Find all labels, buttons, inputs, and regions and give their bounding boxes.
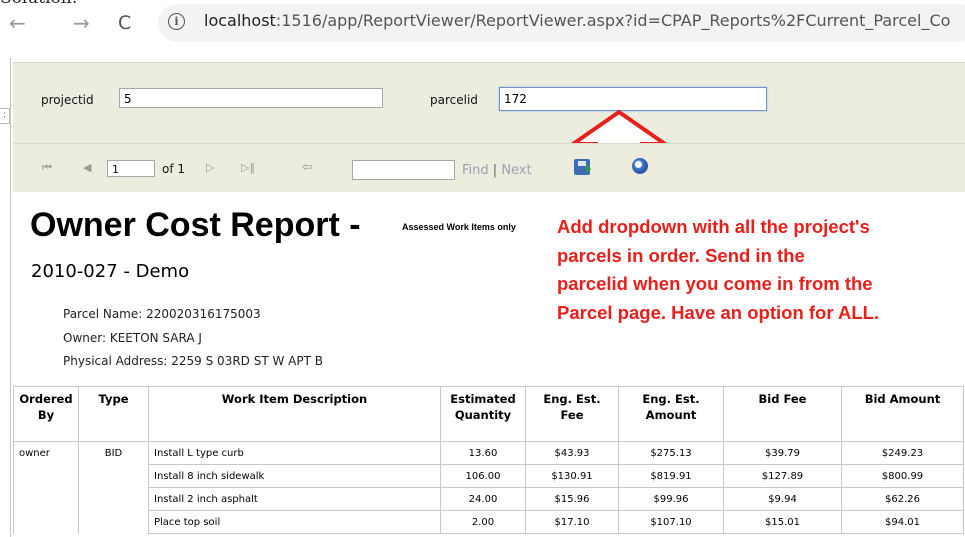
description-cell: Install L type curb <box>148 441 441 465</box>
projectid-label: projectid <box>41 93 94 107</box>
info-icon[interactable]: i <box>168 13 185 30</box>
physical-address: Physical Address: 2259 S 03RD ST W APT B <box>63 354 323 368</box>
back-button[interactable]: ← <box>9 13 26 33</box>
eng-amount-cell: $819.91 <box>618 464 724 488</box>
page-count: of 1 <box>162 162 186 176</box>
bid-amount-cell: $249.23 <box>841 441 964 465</box>
ordered-by-cell <box>13 487 79 511</box>
bid-fee-cell: $9.94 <box>723 487 842 511</box>
eng-amount-cell: $275.13 <box>618 441 724 465</box>
bid-amount-cell: $800.99 <box>841 464 964 488</box>
annotation-line: Add dropdown with all the project's <box>557 216 870 237</box>
previous-page-icon[interactable]: ◀ <box>83 161 91 174</box>
description-cell: Place top soil <box>148 510 441 534</box>
eng-fee-cell: $17.10 <box>525 510 619 534</box>
projectid-input[interactable]: 5 <box>119 88 383 108</box>
bid-fee-cell: $127.89 <box>723 464 842 488</box>
ordered-by-cell <box>13 464 79 488</box>
next-link[interactable]: Next <box>501 163 531 178</box>
column-header: Bid Fee <box>723 386 842 442</box>
column-header: Eng. Est. Fee <box>525 386 619 442</box>
bid-fee-cell: $15.01 <box>723 510 842 534</box>
find-link[interactable]: Find <box>462 163 489 178</box>
quantity-cell: 106.00 <box>440 464 526 488</box>
ordered-by-cell: owner <box>13 441 79 465</box>
ordered-by-cell <box>13 510 79 534</box>
annotation-note: Add dropdown with all the project's parc… <box>557 213 957 327</box>
first-page-icon[interactable]: ⏮ <box>42 161 52 175</box>
column-header: Type <box>78 386 149 442</box>
type-cell <box>78 464 149 488</box>
table-row: Install 2 inch asphalt 24.00 $15.96 $99.… <box>13 487 964 511</box>
table-row: Place top soil 2.00 $17.10 $107.10 $15.0… <box>13 510 964 534</box>
url-text[interactable]: localhost:1516/app/ReportViewer/ReportVi… <box>204 11 950 30</box>
next-page-icon[interactable]: ▷ <box>206 161 214 174</box>
collapse-handle-icon[interactable]: : <box>0 108 10 124</box>
quantity-cell: 2.00 <box>440 510 526 534</box>
page-fragment-text: Solution: <box>0 0 77 8</box>
back-to-parent-icon[interactable]: ⇦ <box>302 160 313 175</box>
eng-amount-cell: $99.96 <box>618 487 724 511</box>
column-header: Estimated Quantity <box>440 386 526 442</box>
parcelid-label: parcelid <box>430 93 478 107</box>
report-title: Owner Cost Report - <box>30 206 361 244</box>
find-next-links: Find | Next <box>462 163 532 178</box>
refresh-icon[interactable] <box>632 158 648 174</box>
page-number-input[interactable]: 1 <box>107 160 155 177</box>
table-row: owner BID Install L type curb 13.60 $43.… <box>13 441 964 465</box>
quantity-cell: 13.60 <box>440 441 526 465</box>
annotation-line: parcels in order. Send in the <box>557 244 805 266</box>
eng-fee-cell: $43.93 <box>525 441 619 465</box>
description-cell: Install 8 inch sidewalk <box>148 464 441 488</box>
table-header-row: Ordered By Type Work Item Description Es… <box>13 386 964 442</box>
column-header: Eng. Est. Amount <box>618 386 724 442</box>
quantity-cell: 24.00 <box>440 487 526 511</box>
url-host: localhost <box>204 11 276 30</box>
column-header: Bid Amount <box>841 386 964 442</box>
work-items-table: Ordered By Type Work Item Description Es… <box>13 386 964 534</box>
bid-fee-cell: $39.79 <box>723 441 842 465</box>
description-cell: Install 2 inch asphalt <box>148 487 441 511</box>
type-cell <box>78 510 149 534</box>
table-row: Install 8 inch sidewalk 106.00 $130.91 $… <box>13 464 964 488</box>
find-text-input[interactable] <box>352 160 455 180</box>
eng-fee-cell: $130.91 <box>525 464 619 488</box>
type-cell <box>78 487 149 511</box>
bid-amount-cell: $94.01 <box>841 510 964 534</box>
left-frame-border <box>10 58 11 537</box>
bid-amount-cell: $62.26 <box>841 487 964 511</box>
parcel-name: Parcel Name: 220020316175003 <box>63 307 261 321</box>
annotation-line: parcelid when you come in from the <box>557 273 873 294</box>
url-path: :1516/app/ReportViewer/ReportViewer.aspx… <box>275 11 951 30</box>
find-separator: | <box>492 163 498 178</box>
export-arrow-icon <box>586 164 591 174</box>
type-cell: BID <box>78 441 149 465</box>
eng-amount-cell: $107.10 <box>618 510 724 534</box>
eng-fee-cell: $15.96 <box>525 487 619 511</box>
reload-button[interactable]: C <box>118 13 131 33</box>
report-subtitle: Assessed Work Items only <box>402 222 516 232</box>
owner-name: Owner: KEETON SARA J <box>63 331 202 345</box>
last-page-icon[interactable]: ▷‖ <box>241 161 255 174</box>
column-header: Ordered By <box>13 386 79 442</box>
forward-button[interactable]: → <box>73 13 90 33</box>
annotation-line: Parcel page. Have an option for ALL. <box>557 301 880 323</box>
project-line: 2010-027 - Demo <box>31 261 190 282</box>
column-header: Work Item Description <box>148 386 441 442</box>
